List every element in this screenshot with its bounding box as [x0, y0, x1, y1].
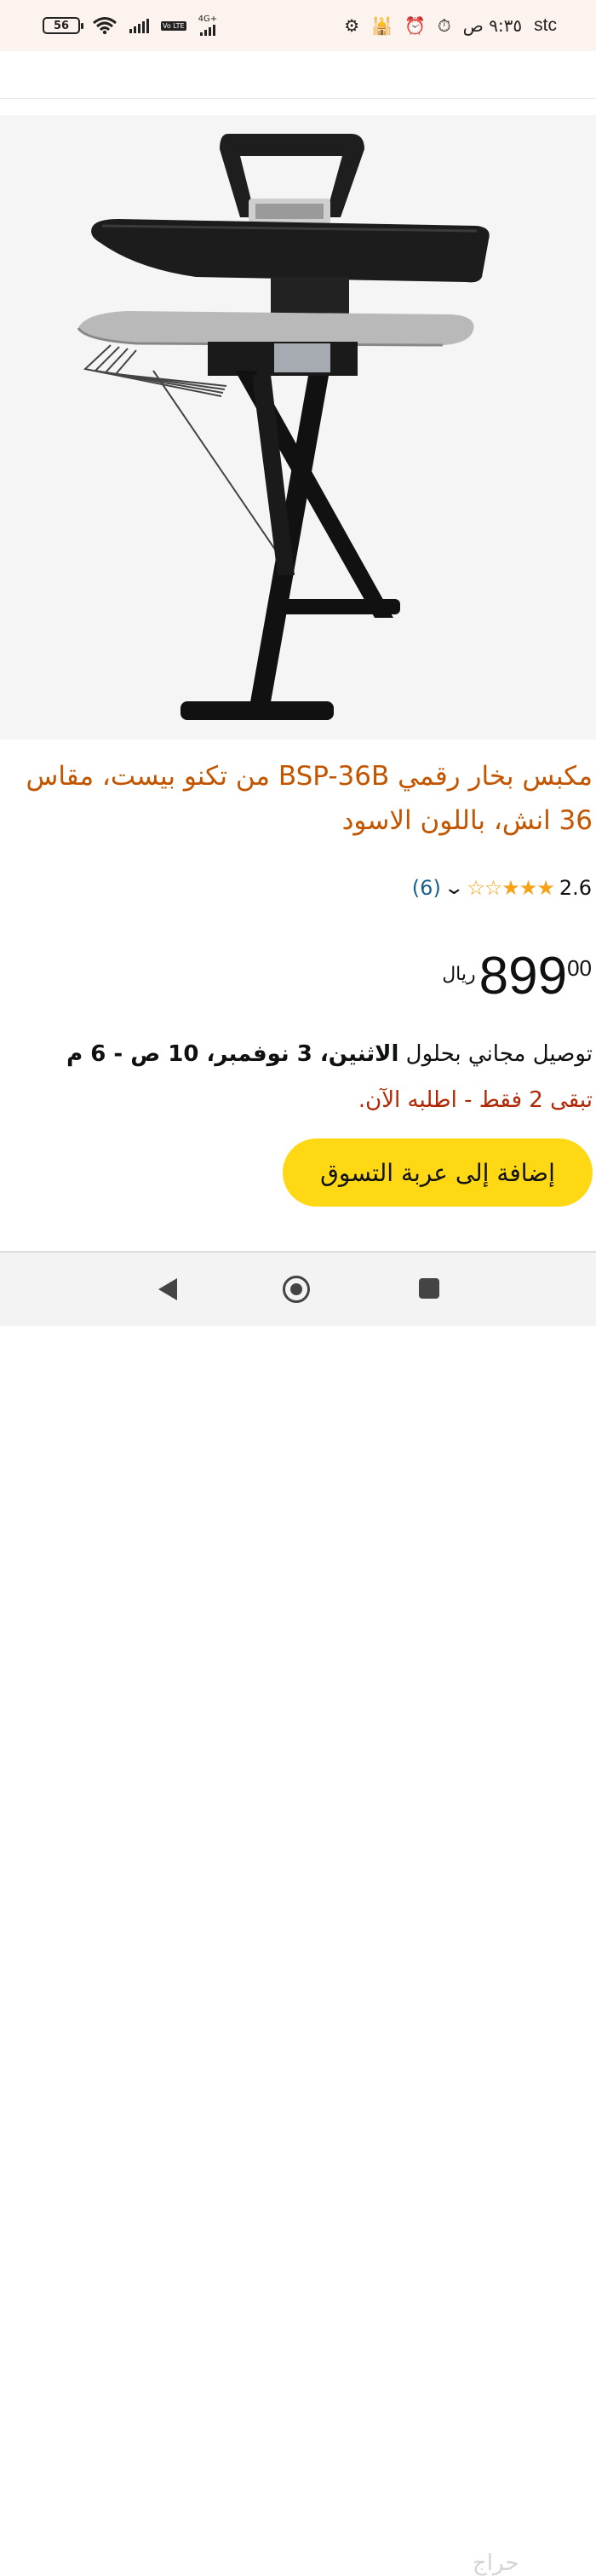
signal-icon [129, 18, 149, 33]
chevron-down-icon[interactable]: ⌄ [443, 878, 465, 899]
stock-status: تبقى 2 فقط - اطلبه الآن. [358, 1087, 593, 1113]
system-nav-bar: حراج [0, 1253, 596, 2576]
product-price: ريال 899 00 [442, 950, 592, 1003]
back-icon[interactable] [158, 1278, 177, 1300]
delivery-date: الاثنين، 3 نوفمبر، 10 ص - 6 م [66, 1041, 399, 1067]
delivery-prefix: توصيل مجاني بحلول [398, 1041, 593, 1067]
price-fraction: 00 [567, 955, 592, 981]
carrier-name: stc [534, 15, 557, 35]
status-right: ⚙ 🕌 ⏰ ⏱ ٩:٣٥ ص stc [344, 15, 557, 36]
battery-level: 56 [53, 19, 70, 32]
steam-press-illustration [77, 134, 490, 720]
header-divider [0, 98, 596, 99]
rating-row[interactable]: 2.6 ★★★☆☆ ⌄ (6) [412, 876, 592, 900]
star-rating-icon: ★★★☆☆ [467, 876, 555, 900]
status-time: ٩:٣٥ ص [462, 15, 523, 36]
product-image[interactable] [0, 115, 596, 740]
network-indicator: 4G+ [198, 14, 218, 36]
price-whole: 899 [479, 947, 568, 1006]
price-currency: ريال [442, 964, 476, 985]
add-to-cart-button[interactable]: إضافة إلى عربة التسوق [283, 1138, 593, 1207]
clock-icon: ⏱ [438, 15, 451, 36]
network-type: 4G+ [198, 14, 218, 24]
gear-icon: ⚙ [344, 15, 360, 36]
recent-apps-icon[interactable] [419, 1278, 439, 1299]
alarm-icon: ⏰ [404, 15, 427, 36]
product-title[interactable]: مكبس بخار رقمي BSP-36B من تكنو بيست، مقا… [9, 754, 593, 843]
review-count-link[interactable]: (6) [412, 876, 441, 900]
rating-value: 2.6 [559, 876, 592, 900]
wifi-icon [93, 17, 117, 35]
battery-icon: 56 [43, 17, 83, 34]
home-icon[interactable] [283, 1276, 310, 1303]
volte-icon: Vo LTE [161, 20, 186, 31]
signal-icon-2 [199, 24, 215, 36]
delivery-info: توصيل مجاني بحلول الاثنين، 3 نوفمبر، 10 … [66, 1041, 593, 1067]
status-left: 56 Vo LTE 4G+ [43, 15, 217, 36]
mosque-icon: 🕌 [371, 15, 393, 36]
watermark-logo: حراج [473, 2550, 519, 2576]
status-bar: 56 Vo LTE 4G+ ⚙ 🕌 ⏰ ⏱ ٩:٣٥ ص stc [0, 0, 596, 51]
